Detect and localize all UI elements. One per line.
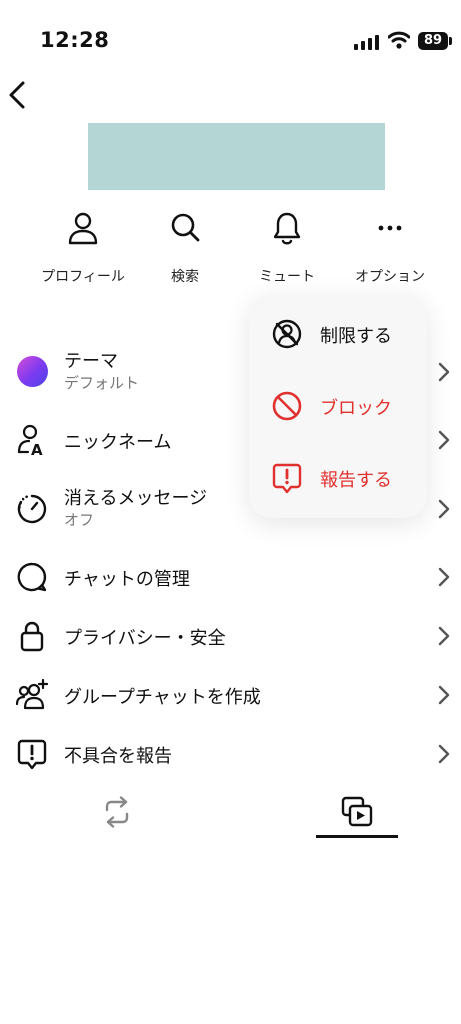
back-chevron-icon[interactable]	[6, 80, 28, 110]
row-manage-chat[interactable]: チャットの管理	[0, 547, 461, 605]
restrict-label: 制限する	[320, 326, 392, 347]
chevron-right-icon	[438, 567, 450, 587]
chevron-right-icon	[438, 499, 450, 519]
cellular-signal-icon	[354, 34, 380, 50]
search-button[interactable]: 検索	[130, 210, 240, 286]
row-subtitle: デフォルト	[64, 374, 140, 392]
chevron-right-icon	[438, 744, 450, 764]
battery-tip	[449, 37, 452, 45]
row-privacy-safety[interactable]: プライバシー・安全	[0, 606, 461, 664]
person-icon	[68, 212, 98, 245]
row-title: ニックネーム	[64, 432, 172, 453]
profile-label: プロフィール	[41, 269, 125, 285]
restrict-icon	[272, 319, 302, 349]
report-icon	[17, 739, 47, 770]
person-a-icon: A	[17, 424, 43, 456]
theme-gradient-icon	[17, 356, 48, 387]
lock-icon	[20, 621, 44, 652]
chevron-right-icon	[438, 626, 450, 646]
row-title: 不具合を報告	[64, 746, 172, 767]
chat-bubble-icon	[17, 562, 47, 592]
status-time: 12:28	[40, 28, 110, 52]
bell-icon	[273, 212, 301, 245]
block-icon	[272, 391, 302, 421]
row-title: テーマ	[64, 351, 118, 372]
report-label: 報告する	[320, 470, 392, 491]
chevron-right-icon	[438, 430, 450, 450]
timer-icon	[17, 494, 47, 524]
mute-button[interactable]: ミュート	[232, 210, 342, 286]
row-title: プライバシー・安全	[64, 628, 226, 649]
media-icon[interactable]	[340, 796, 374, 828]
block-label: ブロック	[320, 398, 392, 419]
block-menu-item[interactable]: ブロック	[249, 376, 427, 436]
repost-icon[interactable]	[102, 796, 132, 828]
mute-label: ミュート	[259, 269, 315, 285]
row-title: チャットの管理	[64, 569, 190, 590]
svg-text:A: A	[31, 441, 43, 456]
add-people-icon	[16, 679, 48, 710]
restrict-menu-item[interactable]: 制限する	[249, 304, 427, 364]
search-icon	[171, 213, 200, 242]
row-title: 消えるメッセージ	[64, 488, 208, 509]
row-title: グループチャットを作成	[64, 687, 261, 708]
more-icon	[378, 225, 402, 231]
wifi-icon	[388, 31, 410, 49]
battery-indicator: 89	[418, 32, 448, 50]
search-label: 検索	[171, 269, 199, 285]
profile-banner	[88, 123, 385, 190]
row-report-problem[interactable]: 不具合を報告	[0, 724, 461, 782]
options-label: オプション	[355, 269, 425, 285]
chevron-right-icon	[438, 685, 450, 705]
row-create-group-chat[interactable]: グループチャットを作成	[0, 665, 461, 723]
profile-button[interactable]: プロフィール	[28, 210, 138, 286]
options-popup-menu: 制限する ブロック 報告する	[249, 294, 427, 518]
row-subtitle: オフ	[64, 511, 95, 529]
tab-selected-indicator	[316, 835, 398, 838]
options-button[interactable]: オプション	[335, 210, 445, 286]
report-menu-item[interactable]: 報告する	[249, 448, 427, 508]
report-icon	[272, 463, 302, 494]
chevron-right-icon	[438, 362, 450, 382]
